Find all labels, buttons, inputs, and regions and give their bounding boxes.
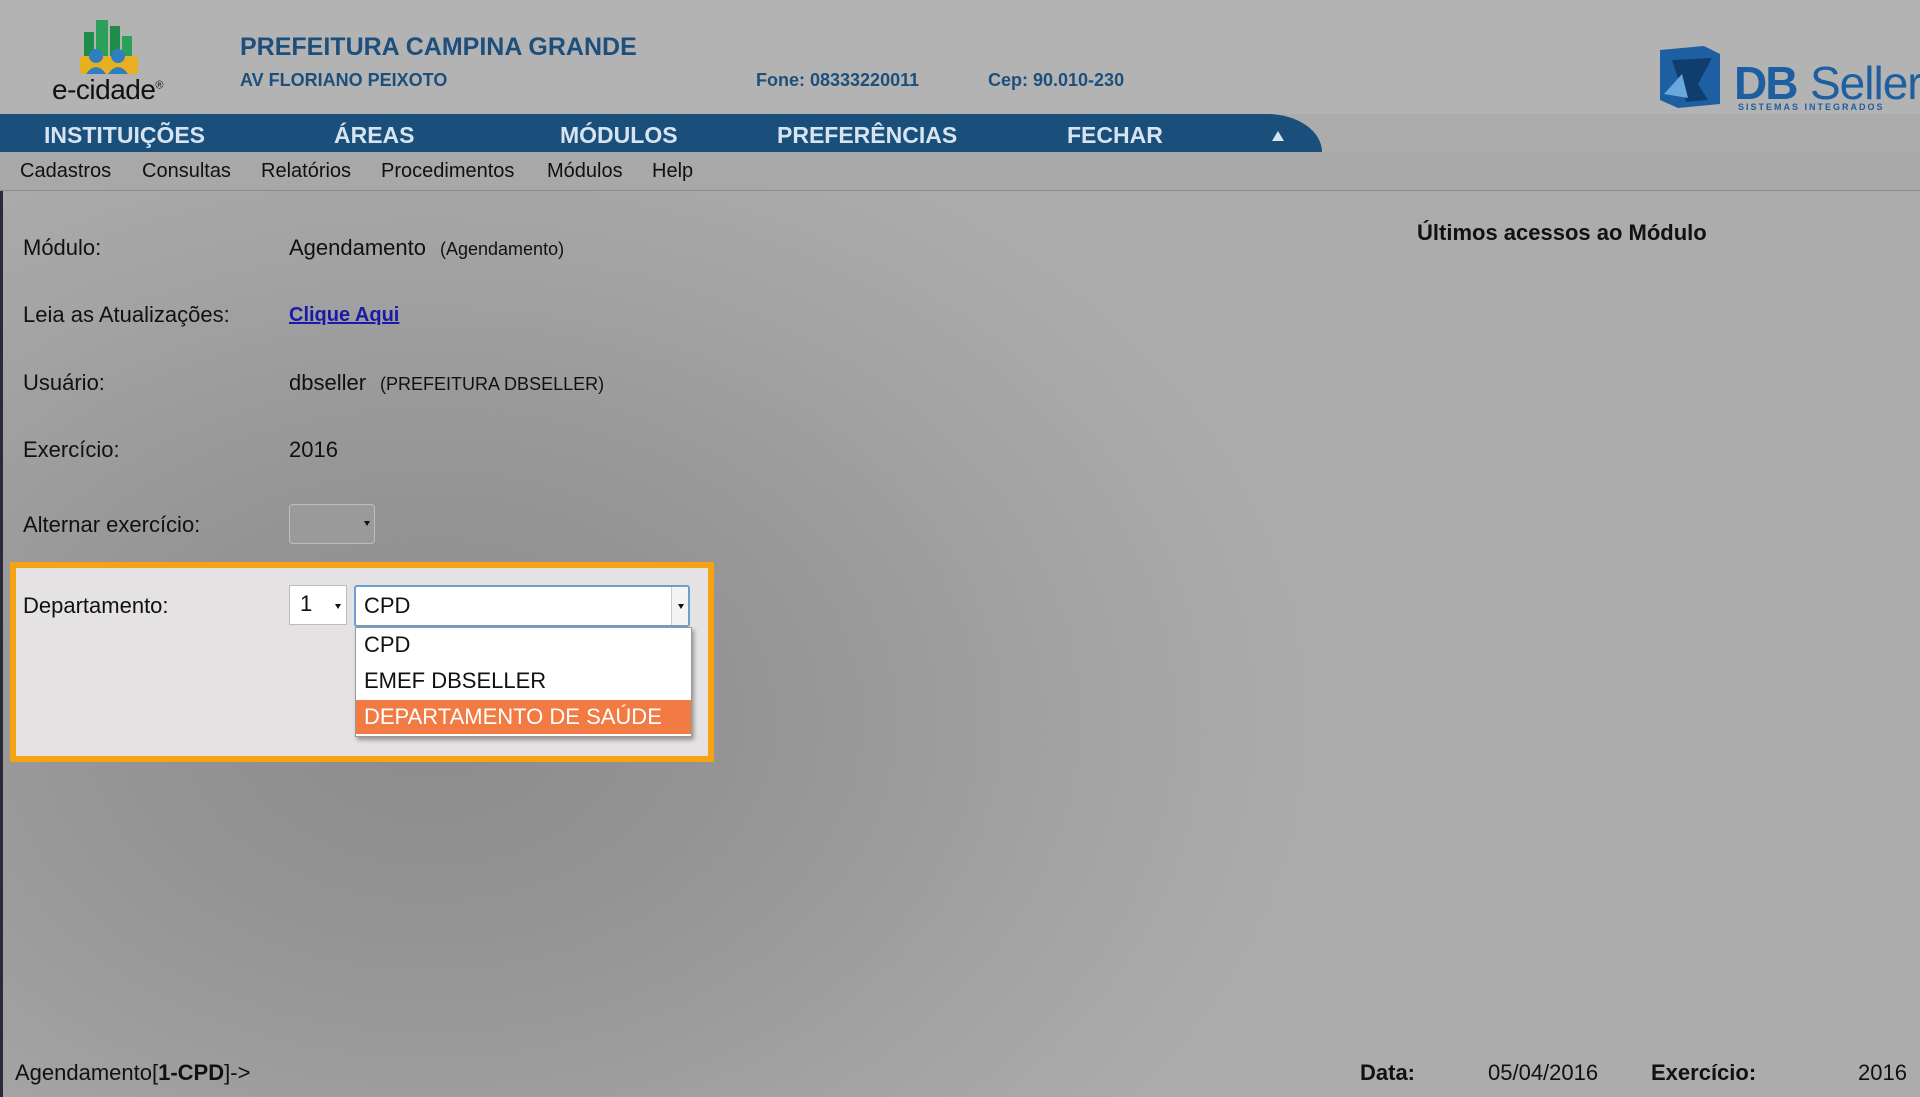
usuario-value: dbseller: [289, 370, 367, 395]
status-exercicio-value: 2016: [1858, 1060, 1907, 1085]
nav-preferencias[interactable]: PREFERÊNCIAS: [777, 122, 957, 149]
modulo-value: Agendamento: [289, 235, 426, 260]
usuario-value-row: dbseller (PREFEITURA DBSELLER): [289, 370, 604, 396]
departamento-select[interactable]: CPD: [354, 585, 690, 627]
chevron-down-icon: [364, 521, 370, 526]
dropdown-option[interactable]: EMEF DBSELLER: [356, 664, 691, 698]
status-date-label: Data:: [1360, 1060, 1416, 1085]
nav-modulos[interactable]: MÓDULOS: [560, 122, 678, 149]
dropdown-option-highlighted[interactable]: DEPARTAMENTO DE SAÚDE: [356, 700, 691, 734]
org-cep: Cep: 90.010-230: [988, 70, 1125, 90]
app-header: e-cidade® PREFEITURA CAMPINA GRANDE AV F…: [0, 0, 1920, 114]
clique-aqui-link[interactable]: Clique Aqui: [289, 304, 399, 327]
org-name: PREFEITURA CAMPINA GRANDE: [240, 33, 637, 61]
chevron-down-icon: [335, 604, 341, 609]
usuario-sub: (PREFEITURA DBSELLER): [380, 374, 605, 394]
org-phone: Fone: 08333220011: [756, 70, 920, 90]
exercicio-label: Exercício:: [23, 437, 120, 462]
menu-cadastros[interactable]: Cadastros: [20, 160, 111, 183]
status-date-value: 05/04/2016: [1488, 1060, 1599, 1085]
departamento-dropdown-list: CPD EMEF DBSELLER DEPARTAMENTO DE SAÚDE: [355, 627, 692, 737]
brand-tagline: SISTEMAS INTEGRADOS: [1738, 102, 1885, 112]
chevron-down-icon: [678, 604, 684, 609]
atualizacoes-label: Leia as Atualizações:: [23, 302, 230, 327]
recent-access-title: Últimos acessos ao Módulo: [1417, 220, 1707, 245]
departamento-number: 1: [300, 591, 313, 616]
departamento-number-select[interactable]: 1: [289, 585, 347, 625]
collapse-up-arrow-icon[interactable]: [1272, 131, 1284, 141]
alternar-exercicio-label: Alternar exercício:: [23, 512, 201, 537]
exercicio-value: 2016: [289, 437, 338, 462]
modulo-sub: (Agendamento): [440, 239, 565, 259]
departamento-selected: CPD: [364, 593, 411, 618]
modulo-value-row: Agendamento (Agendamento): [289, 235, 564, 261]
departamento-label: Departamento:: [23, 593, 169, 618]
nav-instituicoes[interactable]: INSTITUIÇÕES: [44, 122, 205, 149]
nav-fechar[interactable]: FECHAR: [1067, 122, 1163, 149]
menu-modulos[interactable]: Módulos: [547, 160, 623, 183]
dropdown-option[interactable]: CPD: [356, 628, 691, 662]
logo-text: e-cidade®: [52, 74, 164, 105]
nav-areas[interactable]: ÁREAS: [334, 122, 415, 149]
menu-relatorios[interactable]: Relatórios: [261, 160, 351, 183]
menu-help[interactable]: Help: [652, 160, 693, 183]
status-exercicio-label: Exercício:: [1651, 1060, 1757, 1085]
modulo-label: Módulo:: [23, 235, 102, 260]
menu-procedimentos[interactable]: Procedimentos: [381, 160, 514, 183]
usuario-label: Usuário:: [23, 370, 105, 395]
alternar-exercicio-select[interactable]: [289, 504, 375, 544]
status-context: Agendamento[1-CPD]->: [15, 1060, 251, 1085]
menu-consultas[interactable]: Consultas: [142, 160, 231, 183]
org-address: AV FLORIANO PEIXOTO: [240, 70, 448, 90]
